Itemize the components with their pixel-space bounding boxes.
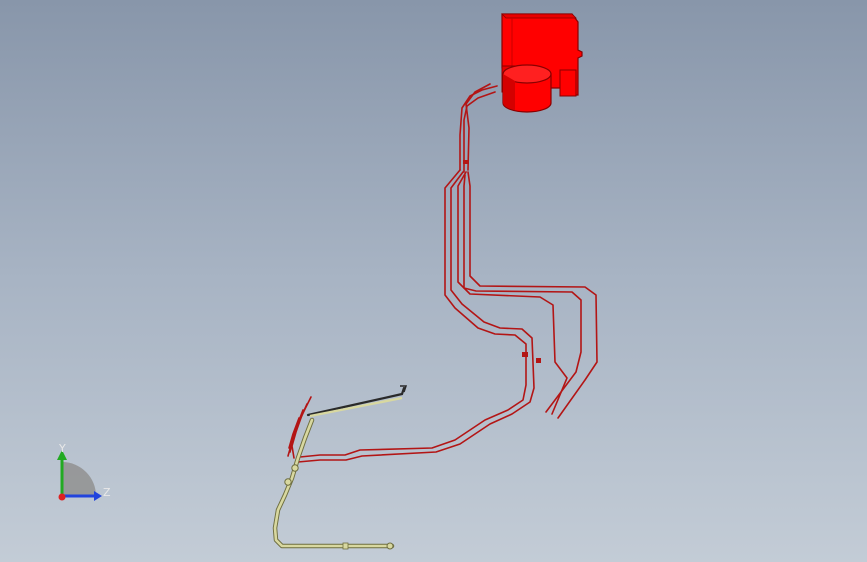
bracket-fastener[interactable] xyxy=(284,478,292,486)
motor-connector[interactable] xyxy=(559,69,577,97)
orientation-triad[interactable]: Y Z xyxy=(40,438,120,518)
bracket-fastener[interactable] xyxy=(291,464,299,472)
harness-branch-outer-c[interactable] xyxy=(463,174,582,413)
cable-clip[interactable] xyxy=(536,358,541,363)
wire-harness[interactable] xyxy=(287,83,598,463)
triad-quadrant xyxy=(62,462,96,496)
cable-clip[interactable] xyxy=(463,160,469,164)
cad-model-scene[interactable] xyxy=(0,0,867,562)
bracket-frame[interactable] xyxy=(272,396,403,550)
motor-assembly[interactable] xyxy=(501,13,583,113)
harness-branch-mid[interactable] xyxy=(297,171,535,463)
triad-graphic xyxy=(57,450,102,501)
triad-y-label: Y xyxy=(59,442,66,455)
cable-clips[interactable] xyxy=(463,160,541,363)
harness-drop-4[interactable] xyxy=(288,417,300,449)
harness-branch-inner[interactable] xyxy=(299,169,527,458)
bracket-fastener[interactable] xyxy=(386,542,394,550)
bracket-upper-arm[interactable] xyxy=(309,396,403,418)
graphics-viewport[interactable]: Y Z xyxy=(0,0,867,562)
cable-clip[interactable] xyxy=(522,352,528,357)
triad-z-label: Z xyxy=(103,486,111,499)
bracket-clip[interactable] xyxy=(342,542,349,550)
motor-housing-top[interactable] xyxy=(501,13,577,19)
triad-z-arrow xyxy=(94,491,102,501)
harness-branch-outer-a[interactable] xyxy=(457,171,568,415)
triad-x-axis xyxy=(58,493,66,501)
